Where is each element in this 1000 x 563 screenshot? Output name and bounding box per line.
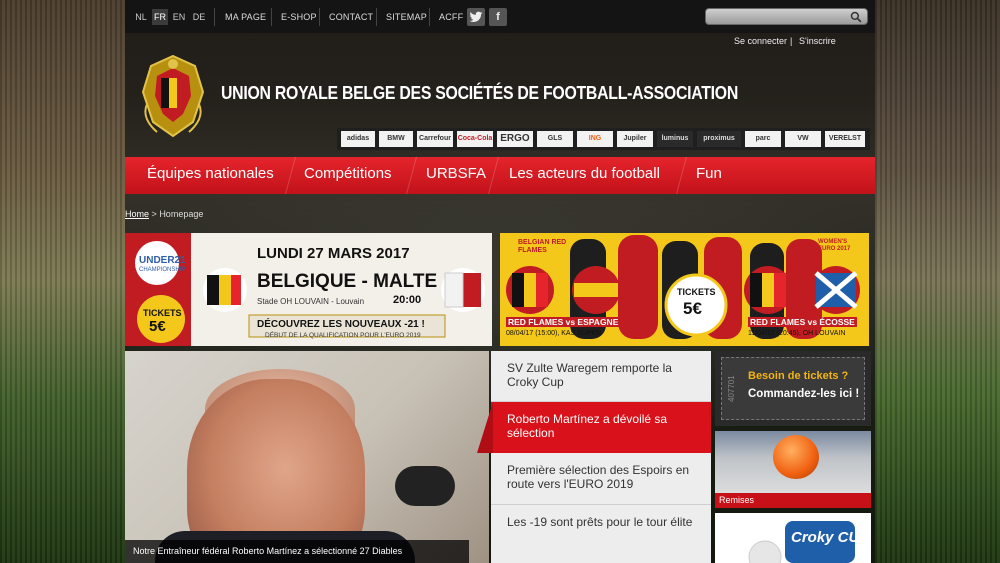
- site-title: UNION ROYALE BELGE DES SOCIÉTÉS DE FOOTB…: [221, 83, 739, 103]
- site-container: NL FR EN DE MA PAGE E-SHOP CONTACT SITEM…: [125, 0, 875, 563]
- sponsor-logo[interactable]: ERGO: [497, 131, 533, 147]
- login-bar: Se connecter | S'inscrire: [125, 33, 875, 51]
- sponsor-logo[interactable]: BMW: [379, 131, 413, 147]
- rf-price: 5€: [683, 299, 702, 318]
- lang-nl[interactable]: NL: [133, 9, 149, 25]
- sponsor-logo[interactable]: Carrefour: [417, 131, 453, 147]
- divider: [376, 8, 377, 26]
- login-separator: |: [790, 36, 793, 46]
- top-bar: NL FR EN DE MA PAGE E-SHOP CONTACT SITEM…: [125, 0, 875, 33]
- search-icon[interactable]: [850, 11, 862, 23]
- tickets-widget[interactable]: 407701 Besoin de tickets ? Commandez-les…: [715, 351, 871, 426]
- u21-cta: DÉCOUVREZ LES NOUVEAUX -21 !: [257, 319, 425, 330]
- link-sitemap[interactable]: SITEMAP: [386, 9, 427, 25]
- sponsor-logo[interactable]: VERELST: [825, 131, 865, 147]
- croky-logo-text: Croky CUP: [791, 529, 870, 546]
- u21-price: 5€: [149, 318, 166, 335]
- tickets-cta: Commandez-les ici !: [748, 388, 860, 400]
- main-navigation: Équipes nationales Compétitions URBSFA L…: [125, 157, 875, 194]
- featured-caption[interactable]: Notre Entraîneur fédéral Roberto Martíne…: [125, 540, 469, 563]
- womens-euro-badge: WOMEN'S EURO 2017: [818, 239, 851, 252]
- croky-cup-widget[interactable]: Croky CUP: [715, 513, 871, 563]
- lang-en[interactable]: EN: [171, 9, 187, 25]
- link-contact[interactable]: CONTACT: [329, 9, 373, 25]
- sponsor-logo[interactable]: Coca-Cola: [457, 131, 493, 147]
- divider: [319, 8, 320, 26]
- news-item-espoirs[interactable]: Première sélection des Espoirs en route …: [491, 463, 711, 491]
- nav-fun[interactable]: Fun: [696, 157, 722, 194]
- divider: [491, 504, 711, 505]
- stadium-background-left: [0, 0, 125, 563]
- remises-widget[interactable]: Remises: [715, 431, 871, 508]
- breadcrumb: Home > Homepage: [125, 209, 203, 219]
- divider: [271, 8, 272, 26]
- link-ma-page[interactable]: MA PAGE: [225, 9, 266, 25]
- link-eshop[interactable]: E-SHOP: [281, 9, 317, 25]
- sponsor-logo[interactable]: ING: [577, 131, 613, 147]
- sponsor-strip: adidas BMW Carrefour Coca-Cola ERGO GLS …: [337, 128, 870, 150]
- u21-time: 20:00: [393, 294, 422, 306]
- lang-fr[interactable]: FR: [152, 9, 168, 25]
- u21-sub: DÉBUT DE LA QUALIFICATION POUR L'EURO 20…: [265, 332, 421, 339]
- rf-match-2: RED FLAMES vs ÉCOSSE: [748, 317, 857, 327]
- rf-match-2-info: 11/04/17 (20:45), OH LOUVAIN: [748, 330, 846, 337]
- breadcrumb-separator: >: [151, 209, 157, 219]
- featured-article-image[interactable]: [125, 351, 489, 563]
- nav-acteurs-du-football[interactable]: Les acteurs du football: [509, 157, 660, 194]
- breadcrumb-current: Homepage: [159, 209, 204, 219]
- news-item-martinez[interactable]: Roberto Martínez a dévoilé sa sélection: [491, 402, 711, 453]
- urbsfa-logo[interactable]: [137, 52, 209, 140]
- divider: [214, 8, 215, 26]
- nav-divider: [488, 157, 508, 194]
- sponsor-logo[interactable]: Jupiler: [617, 131, 653, 147]
- search-input[interactable]: [710, 10, 845, 23]
- sponsor-logo[interactable]: parc: [745, 131, 781, 147]
- twitter-icon[interactable]: [467, 8, 485, 26]
- news-item-zulte[interactable]: SV Zulte Waregem remporte la Croky Cup: [491, 361, 711, 389]
- u21-match: BELGIQUE - MALTE: [257, 271, 438, 292]
- nav-equipes-nationales[interactable]: Équipes nationales: [147, 157, 274, 194]
- nav-competitions[interactable]: Compétitions: [304, 157, 392, 194]
- sponsor-logo[interactable]: luminus: [657, 131, 693, 147]
- login-link[interactable]: Se connecter: [734, 36, 787, 46]
- tickets-heading: Besoin de tickets ?: [748, 370, 849, 382]
- microphone: [395, 466, 455, 506]
- sponsor-logo[interactable]: adidas: [341, 131, 375, 147]
- lang-de[interactable]: DE: [191, 9, 207, 25]
- rf-match-1: RED FLAMES vs ESPAGNE: [506, 317, 621, 327]
- nav-divider: [285, 157, 305, 194]
- rf-tickets: TICKETS: [677, 287, 716, 297]
- u21-tickets: TICKETS: [143, 308, 182, 318]
- facebook-icon[interactable]: f: [489, 8, 507, 26]
- ticket-stub: 407701: [721, 357, 741, 420]
- banner-u21-belgique-malte[interactable]: UNDER21 CHAMPIONSHIP TICKETS 5€ LUNDI 27…: [125, 233, 492, 346]
- link-acff[interactable]: ACFF: [439, 9, 463, 25]
- nav-divider: [406, 157, 426, 194]
- u21-badge-sub: CHAMPIONSHIP: [139, 267, 186, 273]
- rf-match-1-info: 08/04/17 (15:00), KAS EUPEN: [506, 330, 602, 337]
- football-image: [773, 435, 819, 479]
- red-flames-brand: BELGIAN RED FLAMES: [518, 239, 567, 254]
- search-box: [705, 8, 868, 25]
- nav-urbsfa[interactable]: URBSFA: [426, 157, 486, 194]
- divider: [429, 8, 430, 26]
- sponsor-logo[interactable]: proximus: [697, 131, 741, 147]
- active-arrow-icon: [477, 402, 493, 453]
- remises-label: Remises: [715, 493, 871, 508]
- u21-venue: Stade OH LOUVAIN - Louvain: [257, 297, 365, 306]
- news-item-u19[interactable]: Les -19 sont prêts pour le tour élite: [491, 515, 711, 529]
- nav-divider: [676, 157, 696, 194]
- sponsor-logo[interactable]: VW: [785, 131, 821, 147]
- u21-badge: UNDER21: [139, 255, 186, 266]
- u21-date: LUNDI 27 MARS 2017: [257, 245, 410, 262]
- news-list: SV Zulte Waregem remporte la Croky Cup R…: [491, 351, 711, 563]
- stadium-background-right: [875, 0, 1000, 563]
- register-link[interactable]: S'inscrire: [799, 36, 836, 46]
- breadcrumb-home[interactable]: Home: [125, 209, 149, 219]
- sponsor-logo[interactable]: GLS: [537, 131, 573, 147]
- banner-red-flames[interactable]: BELGIAN RED FLAMES TICKETS 5€ RED FLAMES…: [500, 233, 869, 346]
